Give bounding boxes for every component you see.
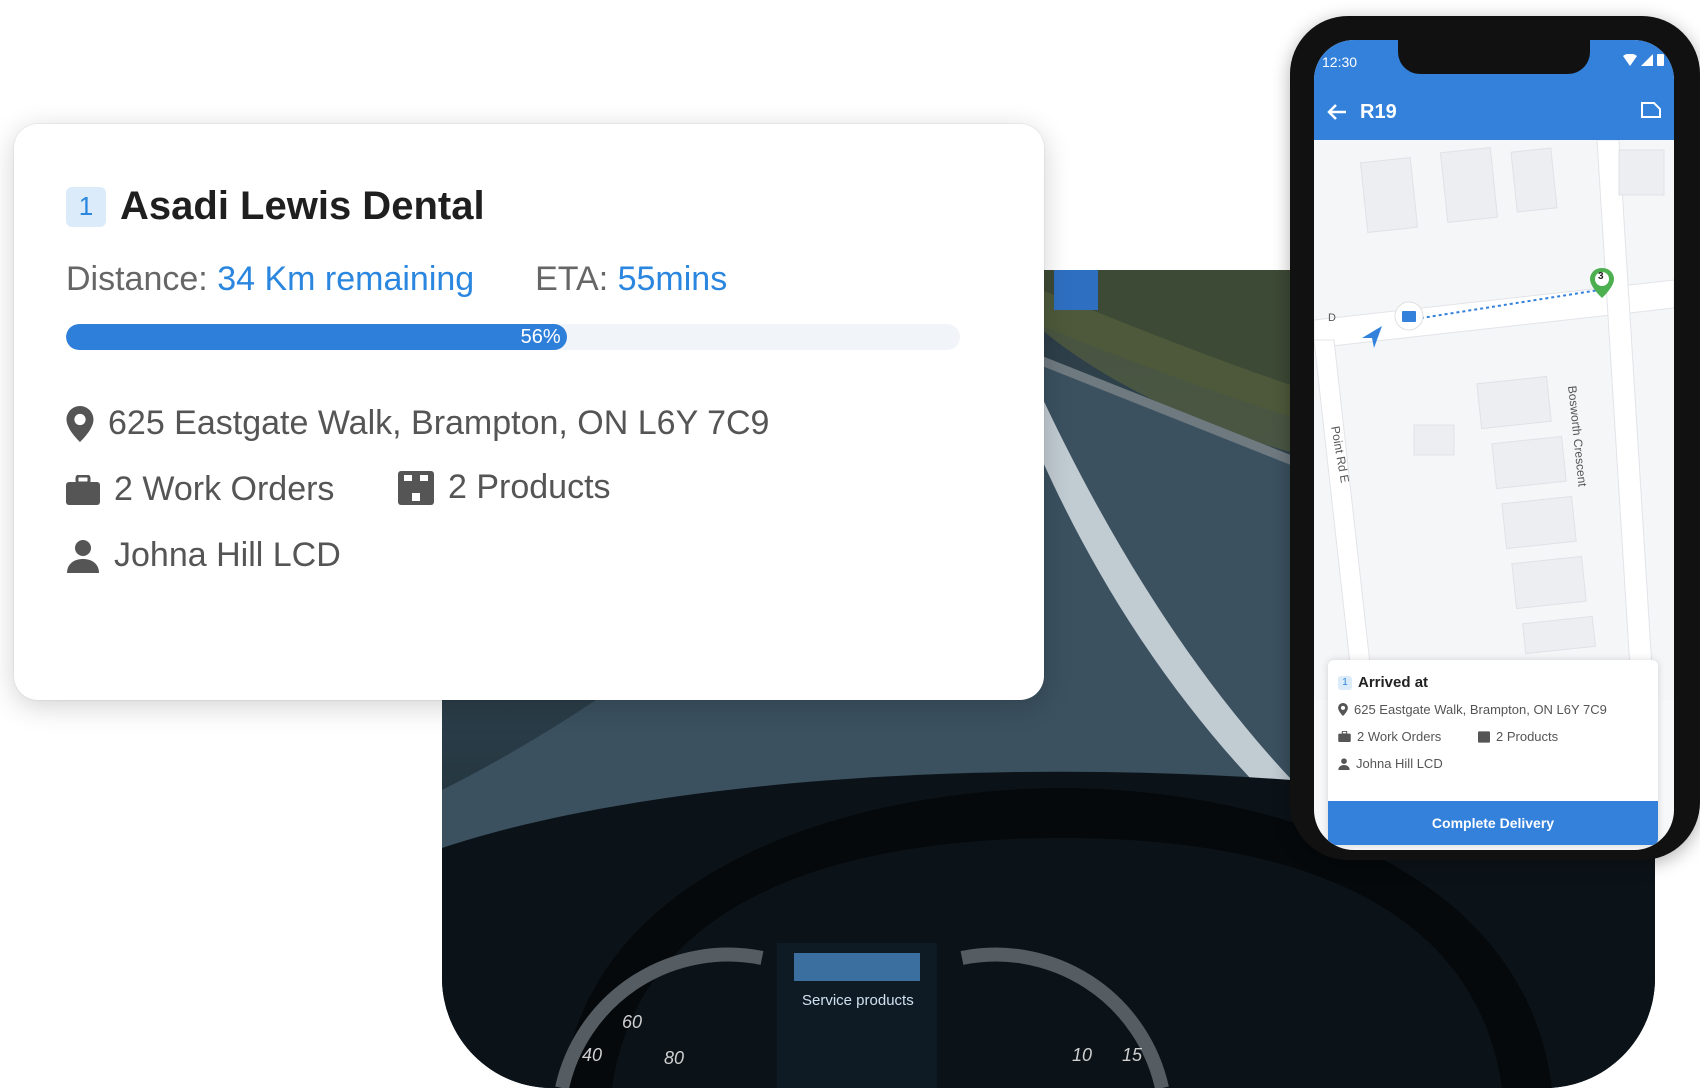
- sheet-address-text: 625 Eastgate Walk, Brampton, ON L6Y 7C9: [1354, 702, 1607, 717]
- address-text: 625 Eastgate Walk, Brampton, ON L6Y 7C9: [108, 404, 770, 442]
- package-icon: [398, 470, 434, 505]
- distance-eta-row: Distance: 34 Km remaining ETA: 55mins: [66, 260, 727, 299]
- person-icon: [67, 539, 99, 573]
- stop-number-badge: 1: [66, 186, 106, 227]
- sheet-products-row: 2 Products: [1478, 729, 1558, 744]
- map-marker-number: 3: [1598, 271, 1604, 282]
- sheet-stop-badge: 1: [1338, 675, 1352, 690]
- arrival-header: 1 Arrived at: [1338, 674, 1428, 691]
- arrival-sheet: 1 Arrived at 625 Eastgate Walk, Brampton…: [1328, 660, 1658, 845]
- clipboard-button[interactable]: [1640, 100, 1662, 120]
- status-icons: [1623, 53, 1664, 66]
- contact-row: Johna Hill LCD: [66, 536, 341, 575]
- card-title: Asadi Lewis Dental: [120, 184, 485, 228]
- progress-label: 56%: [520, 325, 561, 348]
- sheet-address-row: 625 Eastgate Walk, Brampton, ON L6Y 7C9: [1338, 702, 1607, 717]
- speedo-label-40: 40: [582, 1045, 603, 1065]
- app-bar: R19: [1314, 84, 1674, 140]
- sheet-work-orders-row: 2 Work Orders: [1338, 729, 1441, 744]
- distance-label: Distance:: [66, 260, 208, 298]
- sheet-products-text: 2 Products: [1496, 729, 1559, 744]
- signal-icon: [1641, 53, 1653, 66]
- sheet-work-orders-text: 2 Work Orders: [1357, 729, 1442, 744]
- route-map[interactable]: [1314, 140, 1674, 700]
- route-title: R19: [1360, 100, 1397, 123]
- progress-fill: 56%: [66, 324, 567, 350]
- eta-label: ETA:: [535, 260, 609, 298]
- back-button[interactable]: [1326, 101, 1348, 123]
- progress-bar: 56%: [66, 324, 960, 350]
- products-row: 2 Products: [398, 468, 611, 507]
- briefcase-icon: [1338, 731, 1351, 742]
- briefcase-icon: [66, 474, 100, 505]
- label-icon: [1641, 102, 1661, 118]
- tacho-label-15: 15: [1122, 1045, 1143, 1065]
- package-icon: [1478, 730, 1490, 743]
- person-icon: [1338, 757, 1350, 770]
- delivery-card: 1 Asadi Lewis Dental Distance: 34 Km rem…: [14, 124, 1044, 700]
- dashboard-display-text: Service products: [802, 992, 914, 1009]
- phone-mockup: 12:30 R19 3 D Bosworth Crescent Point Rd…: [1290, 16, 1700, 860]
- address-row: 625 Eastgate Walk, Brampton, ON L6Y 7C9: [66, 404, 769, 443]
- phone-notch: [1398, 40, 1590, 74]
- battery-icon: [1657, 54, 1664, 66]
- map-street-top: D: [1328, 312, 1336, 324]
- status-time: 12:30: [1322, 54, 1358, 70]
- work-orders-text: 2 Work Orders: [114, 470, 335, 508]
- card-title-row: 1 Asadi Lewis Dental: [66, 184, 485, 229]
- tacho-label-10: 10: [1072, 1045, 1093, 1065]
- wifi-icon: [1623, 53, 1637, 66]
- sheet-contact-text: Johna Hill LCD: [1356, 756, 1443, 771]
- work-orders-row: 2 Work Orders: [66, 470, 334, 509]
- location-pin-icon: [1338, 703, 1348, 716]
- phone-screen: 12:30 R19 3 D Bosworth Crescent Point Rd…: [1314, 40, 1674, 850]
- distance-value: 34 Km remaining: [217, 260, 475, 298]
- speedo-label-80: 80: [664, 1048, 685, 1068]
- eta-value: 55mins: [617, 260, 728, 298]
- arrived-label: Arrived at: [1358, 674, 1429, 691]
- location-pin-icon: [66, 405, 94, 442]
- products-text: 2 Products: [448, 468, 611, 506]
- sheet-contact-row: Johna Hill LCD: [1338, 756, 1443, 771]
- speedo-label-60: 60: [622, 1012, 643, 1032]
- complete-delivery-button[interactable]: Complete Delivery: [1328, 801, 1658, 845]
- contact-text: Johna Hill LCD: [114, 536, 341, 574]
- arrow-left-icon: [1327, 104, 1346, 120]
